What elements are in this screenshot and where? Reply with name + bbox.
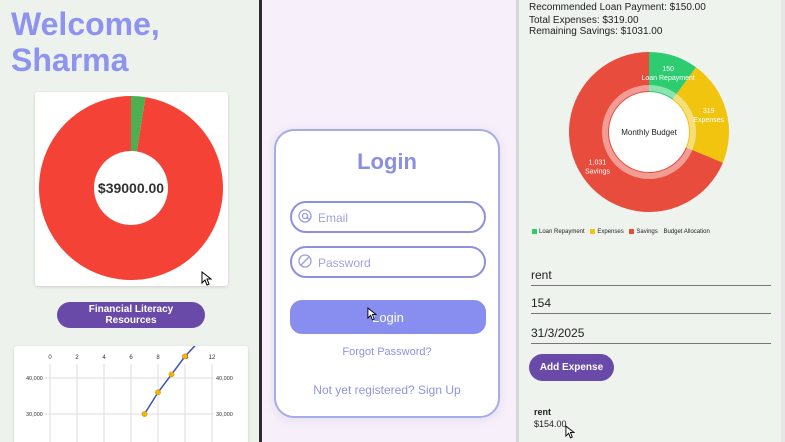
pie-category-label: Loan Repayment [641, 75, 694, 82]
login-title: Login [357, 149, 417, 174]
donut-center-label: $39000.00 [98, 180, 164, 196]
forgot-password-link[interactable]: Forgot Password? [276, 346, 498, 358]
sign-up-link[interactable]: Not yet registered? Sign Up [276, 383, 498, 397]
expense-item-name: rent [534, 407, 552, 417]
add-expense-button[interactable]: Add Expense [529, 354, 614, 381]
expense-item-amount: $154.00 [534, 419, 567, 429]
data-point [182, 353, 188, 360]
login-card: Login Login Forgot Password? Not yet reg… [274, 129, 500, 418]
legend-swatch [532, 229, 537, 234]
mouse-cursor-icon [565, 425, 575, 439]
at-sign-icon [298, 209, 312, 223]
legend-title: Budget Allocation [663, 229, 710, 236]
legend-item: Savings [629, 229, 658, 236]
x-tick-label: 4 [102, 355, 106, 361]
balance-donut-card: $39000.00 [35, 92, 228, 286]
legend-label: Expenses [597, 229, 624, 236]
growth-chart-card: 02468101240,00040,00030,00030,000 [14, 328, 248, 442]
remaining-savings-text: Remaining Savings: $1031.00 [529, 26, 663, 37]
growth-line-chart: 02468101240,00040,00030,00030,000 [26, 328, 233, 442]
pie-category-label: Expenses [693, 117, 724, 124]
panel-divider [781, 0, 785, 442]
x-tick-label: 12 [209, 355, 216, 361]
expense-name-input[interactable] [531, 265, 771, 286]
series-line [143, 330, 213, 415]
mouse-cursor-icon [201, 271, 212, 286]
password-field[interactable] [290, 246, 486, 278]
pie-legend: Loan Repayment Expenses Savings Budget A… [532, 229, 710, 235]
legend-swatch [590, 229, 596, 234]
y-tick-label-right: 30,000 [216, 412, 233, 418]
pie-center-label: Monthly Budget [621, 128, 677, 137]
pie-category-label: Savings [585, 168, 610, 175]
welcome-heading: Welcome, Sharma [11, 6, 160, 78]
x-tick-label: 0 [48, 355, 52, 361]
email-input[interactable] [316, 207, 480, 229]
data-point [141, 411, 148, 417]
login-button[interactable]: Login [290, 300, 486, 334]
pie-value-label: 319 [703, 108, 715, 115]
y-tick-label: 30,000 [26, 412, 43, 418]
legend-swatch [629, 229, 635, 234]
lock-icon [298, 254, 312, 268]
expense-date-input[interactable] [531, 323, 771, 344]
dashboard-panel: Welcome, Sharma $39000.00 Financial Lite… [0, 0, 259, 442]
financial-literacy-button[interactable]: Financial Literacy Resources [57, 302, 205, 328]
legend-item: Expenses [590, 229, 624, 236]
pie-value-label: 1,031 [589, 159, 607, 166]
data-point [168, 371, 175, 378]
email-field[interactable] [290, 201, 486, 233]
balance-donut-chart: $39000.00 [38, 96, 224, 280]
x-tick-label: 8 [156, 355, 160, 361]
password-input[interactable] [316, 252, 480, 274]
expense-amount-input[interactable] [531, 293, 771, 314]
login-panel: Login Login Forgot Password? Not yet reg… [262, 0, 516, 442]
loan-payment-text: Recommended Loan Payment: $150.00 [529, 2, 706, 13]
legend-label: Loan Repayment [539, 229, 585, 236]
y-tick-label: 40,000 [26, 376, 43, 382]
budget-panel: Recommended Loan Payment: $150.00 Total … [519, 0, 781, 442]
pie-value-label: 150 [662, 66, 674, 73]
total-expenses-text: Total Expenses: $319.00 [529, 15, 639, 26]
legend-item: Loan Repayment [532, 229, 585, 235]
mouse-cursor-icon [367, 307, 377, 321]
y-tick-label-right: 40,000 [216, 376, 233, 382]
data-point [155, 389, 161, 396]
x-tick-label: 2 [75, 355, 79, 361]
legend-label: Savings [636, 229, 658, 236]
x-tick-label: 6 [129, 355, 133, 361]
budget-pie-chart: Monthly Budget 150 Loan Repayment 319 Expen… [569, 52, 729, 212]
